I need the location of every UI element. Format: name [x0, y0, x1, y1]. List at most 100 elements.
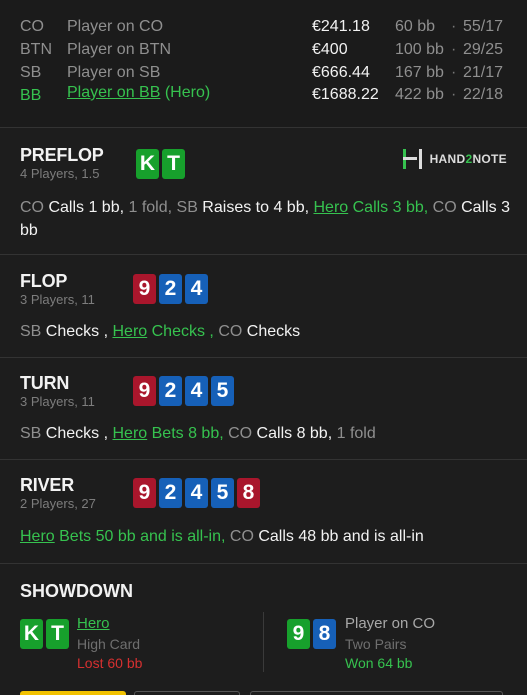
street-title: PREFLOP: [20, 145, 104, 165]
player-vpip-pfr: 29/25: [463, 41, 504, 58]
card: 2: [159, 274, 182, 304]
street-title: TURN: [20, 373, 70, 393]
hero-suffix: (Hero): [160, 84, 211, 101]
tab[interactable]: [134, 691, 240, 695]
card: 8: [313, 619, 336, 649]
card: 5: [211, 478, 234, 508]
street-title: FLOP: [20, 271, 68, 291]
flop-section: FLOP 3 Players, 11 9 2 4 SB Checks , Her…: [0, 255, 527, 358]
action-text: Raises to 4 bb,: [197, 199, 314, 216]
player-stack-bb: 422 bb: [395, 86, 444, 103]
action-text: Checks ,: [41, 323, 113, 340]
player-stack-bb: 167 bb: [395, 64, 444, 81]
fold-text: 1 fold,: [128, 199, 177, 216]
turn-section: TURN 3 Players, 11 9 2 4 5 SB Checks , H…: [0, 358, 527, 460]
villain-hand-rank: Two Pairs: [345, 636, 407, 652]
board-cards: 9 2 4 5: [133, 376, 234, 406]
street-subtitle: 2 Players, 27: [20, 496, 96, 511]
hero-action-text: Bets 8 bb,: [147, 425, 229, 442]
position-label: SB: [20, 323, 42, 340]
player-position: BB: [20, 87, 42, 104]
player-vpip-pfr: 22/18: [463, 86, 504, 103]
hero-result: Lost 60 bb: [77, 655, 143, 671]
player-stack-bb: 100 bb: [395, 41, 444, 58]
action-text: Calls 48 bb and is all-in: [253, 528, 424, 545]
hero-showdown-name[interactable]: Hero: [77, 615, 110, 632]
position-label: CO: [229, 528, 254, 545]
player-row-btn[interactable]: BTN Player on BTN €400 100 bb · 29/25: [0, 41, 527, 64]
card: 4: [185, 376, 208, 406]
hand2note-logo-text: HAND2NOTE: [429, 152, 507, 166]
card: K: [20, 619, 43, 649]
street-title: RIVER: [20, 475, 75, 495]
villain-showdown-cards: 9 8: [287, 619, 336, 649]
action-text: Checks: [242, 323, 301, 340]
hand2note-logo[interactable]: HAND2NOTE: [402, 148, 507, 170]
action-text: Checks ,: [41, 425, 113, 442]
card: T: [46, 619, 69, 649]
street-subtitle: 4 Players, 1.5: [20, 166, 100, 181]
hero-player-name[interactable]: Player on BB (Hero): [67, 84, 210, 102]
street-subtitle: 3 Players, 11: [20, 394, 95, 409]
player-row-co[interactable]: CO Player on CO €241.18 60 bb · 55/17: [0, 18, 527, 41]
villain-showdown-name[interactable]: Player on CO: [345, 615, 435, 632]
player-stack: €241.18: [312, 18, 370, 35]
river-section: RIVER 2 Players, 27 9 2 4 5 8 Hero Bets …: [0, 460, 527, 564]
position-label: CO: [228, 425, 253, 442]
player-name[interactable]: Player on BTN: [67, 41, 171, 59]
players-panel: CO Player on CO €241.18 60 bb · 55/17 BT…: [0, 0, 527, 128]
card: 2: [159, 376, 182, 406]
player-name[interactable]: Player on CO: [67, 18, 163, 36]
card: T: [162, 149, 185, 179]
action-line: SB Checks , Hero Bets 8 bb, CO Calls 8 b…: [20, 422, 510, 445]
card: 2: [159, 478, 182, 508]
hero-showdown-cards: K T: [20, 619, 69, 649]
card: 9: [133, 376, 156, 406]
hero-action-text: Bets 50 bb and is all-in,: [54, 528, 230, 545]
player-position: SB: [20, 64, 42, 81]
card: 4: [185, 274, 208, 304]
villain-result: Won 64 bb: [345, 655, 413, 671]
separator-dot: ·: [451, 18, 457, 35]
action-text: Calls 8 bb,: [252, 425, 337, 442]
hero-link[interactable]: Hero: [20, 528, 55, 545]
tab-active[interactable]: [20, 691, 126, 695]
position-label: SB: [176, 199, 198, 216]
street-subtitle: 3 Players, 11: [20, 292, 95, 307]
hero-link[interactable]: Hero: [112, 425, 147, 442]
hero-link[interactable]: Hero: [313, 199, 348, 216]
player-name[interactable]: Player on SB: [67, 64, 160, 82]
position-label: SB: [20, 425, 42, 442]
action-line: CO Calls 1 bb, 1 fold, SB Raises to 4 bb…: [20, 196, 510, 242]
position-label: CO: [218, 323, 243, 340]
card: K: [136, 149, 159, 179]
separator-dot: ·: [451, 41, 457, 58]
hero-action-text: Calls 3 bb,: [348, 199, 433, 216]
player-vpip-pfr: 21/17: [463, 64, 504, 81]
board-cards: 9 2 4 5 8: [133, 478, 260, 508]
player-stack: €400: [312, 41, 348, 58]
card: 4: [185, 478, 208, 508]
tab[interactable]: [250, 691, 503, 695]
position-label: CO: [20, 199, 44, 216]
hand2note-logo-icon: [402, 149, 422, 169]
board-cards: 9 2 4: [133, 274, 208, 304]
card: 5: [211, 376, 234, 406]
showdown-title: SHOWDOWN: [20, 581, 133, 601]
hero-hand-rank: High Card: [77, 636, 141, 652]
card: 8: [237, 478, 260, 508]
fold-text: 1 fold: [336, 425, 376, 442]
player-stack: €1688.22: [312, 86, 379, 103]
player-row-bb-hero[interactable]: BB Player on BB (Hero) €1688.22 422 bb ·…: [0, 84, 527, 109]
player-stack-bb: 60 bb: [395, 18, 436, 35]
card: 9: [133, 274, 156, 304]
separator-dot: ·: [451, 64, 457, 81]
showdown-divider: [263, 612, 264, 672]
player-position: BTN: [20, 41, 52, 58]
hero-action-text: Checks ,: [147, 323, 219, 340]
action-text: Calls 1 bb,: [44, 199, 129, 216]
hero-link[interactable]: Hero: [112, 323, 147, 340]
hero-name-link[interactable]: Player on BB: [67, 84, 160, 101]
player-stack: €666.44: [312, 64, 370, 81]
card: 9: [133, 478, 156, 508]
